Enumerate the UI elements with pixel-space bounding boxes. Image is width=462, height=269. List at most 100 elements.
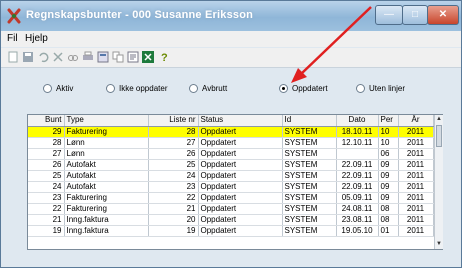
table-row[interactable]: 27 Lønn 26 Oppdatert SYSTEM 06 2011 <box>28 148 434 160</box>
table-cell: SYSTEM <box>282 148 337 160</box>
table-cell: 19 <box>148 225 199 237</box>
radio-oppdatert[interactable]: Oppdatert <box>279 84 328 93</box>
table-cell: Oppdatert <box>198 159 283 171</box>
table-cell: 27 <box>28 148 65 160</box>
window-title: Regnskapsbunter - 000 Susanne Eriksson <box>26 9 254 21</box>
table-cell: 2011 <box>398 225 434 237</box>
maximize-button[interactable]: □ <box>402 5 428 25</box>
table-cell: 22.09.11 <box>336 159 379 171</box>
table-cell: 29 <box>28 126 65 138</box>
radio-label: Aktiv <box>56 84 74 93</box>
table-cell: 21 <box>148 203 199 215</box>
app-window: Regnskapsbunter - 000 Susanne Eriksson —… <box>0 0 462 268</box>
table-cell: 22 <box>28 203 65 215</box>
radio-label: Ikke oppdater <box>119 84 168 93</box>
preview-icon[interactable] <box>97 51 109 63</box>
table-cell: 20 <box>148 214 199 226</box>
table-cell: 10 <box>378 137 399 149</box>
save-icon[interactable] <box>22 51 34 63</box>
table-cell: 10 <box>378 126 399 138</box>
table-row[interactable]: 22 Fakturering 21 Oppdatert SYSTEM 24.08.11 08… <box>28 203 434 215</box>
column-header[interactable]: Liste nr <box>148 115 199 127</box>
excel-icon[interactable] <box>142 51 154 63</box>
table-cell: 23.08.11 <box>336 214 379 226</box>
table-cell: 09 <box>378 159 399 171</box>
table-cell: 2011 <box>398 148 434 160</box>
table-cell: 06 <box>378 148 399 160</box>
table-cell: 24 <box>148 170 199 182</box>
help-icon[interactable]: ? <box>158 51 170 64</box>
scroll-down-icon[interactable]: ▼ <box>435 240 443 249</box>
toolbar: ? <box>1 48 461 68</box>
table-cell: 19.05.10 <box>336 225 379 237</box>
scroll-up-icon[interactable]: ▲ <box>435 115 443 124</box>
column-header[interactable]: Dato <box>336 115 379 127</box>
table-cell: 21 <box>28 214 65 226</box>
properties-icon[interactable] <box>127 51 139 63</box>
menu-file[interactable]: Fil <box>7 33 18 44</box>
table-cell: 09 <box>378 181 399 193</box>
table-cell: Oppdatert <box>198 148 283 160</box>
table-cell: Oppdatert <box>198 203 283 215</box>
table-row[interactable]: 24 Autofakt 23 Oppdatert SYSTEM 22.09.11 09 201… <box>28 181 434 193</box>
table-cell: 2011 <box>398 203 434 215</box>
column-header[interactable]: Bunt <box>28 115 65 127</box>
table-cell: Oppdatert <box>198 214 283 226</box>
table-cell: 2011 <box>398 126 434 138</box>
vertical-scrollbar[interactable]: ▲ ▼ <box>434 115 443 249</box>
close-button[interactable]: ✕ <box>427 5 459 25</box>
table-cell: Oppdatert <box>198 126 283 138</box>
table-cell: SYSTEM <box>282 137 337 149</box>
table-cell: Lønn <box>64 137 149 149</box>
delete-icon[interactable] <box>52 51 64 63</box>
table-cell: Autofakt <box>64 181 149 193</box>
table-cell: 26 <box>148 148 199 160</box>
table-cell: 2011 <box>398 137 434 149</box>
column-header[interactable]: År <box>398 115 434 127</box>
undo-icon[interactable] <box>37 51 49 63</box>
radio-circle[interactable] <box>356 84 365 93</box>
table-cell: 09 <box>378 192 399 204</box>
find-icon[interactable] <box>67 51 79 63</box>
radio-uten-linjer[interactable]: Uten linjer <box>356 84 405 93</box>
radio-label: Uten linjer <box>369 84 406 93</box>
new-doc-icon[interactable] <box>7 51 19 63</box>
radio-circle[interactable] <box>106 84 115 93</box>
radio-circle-selected[interactable] <box>279 84 288 93</box>
menu-help[interactable]: Hjelp <box>25 33 48 44</box>
minimize-button[interactable]: — <box>375 5 403 25</box>
column-header[interactable]: Status <box>198 115 283 127</box>
copy-icon[interactable] <box>112 51 124 63</box>
title-bar[interactable]: Regnskapsbunter - 000 Susanne Eriksson —… <box>1 1 461 31</box>
table-row[interactable]: 28 Lønn 27 Oppdatert SYSTEM 12.10.11 10 2011 <box>28 137 434 149</box>
table-row[interactable]: 19 Inng.faktura 19 Oppdatert SYSTEM 19.05.10 0… <box>28 225 434 237</box>
radio-ikke-oppdater[interactable]: Ikke oppdater <box>106 84 167 93</box>
radio-circle[interactable] <box>43 84 52 93</box>
table-row[interactable]: 21 Inng.faktura 20 Oppdatert SYSTEM 23.08.11 0… <box>28 214 434 226</box>
radio-avbrutt[interactable]: Avbrutt <box>189 84 227 93</box>
table-cell: Oppdatert <box>198 170 283 182</box>
table-row[interactable]: 29 Fakturering 28 Oppdatert SYSTEM 18.10.11 10… <box>28 126 434 138</box>
table-cell: SYSTEM <box>282 203 337 215</box>
table-cell: 28 <box>28 137 65 149</box>
radio-circle[interactable] <box>189 84 198 93</box>
table-cell: Fakturering <box>64 203 149 215</box>
scroll-thumb[interactable] <box>436 125 442 147</box>
column-header[interactable]: Type <box>64 115 149 127</box>
radio-aktiv[interactable]: Aktiv <box>43 84 73 93</box>
table-cell: Lønn <box>64 148 149 160</box>
table-cell: 05.09.11 <box>336 192 379 204</box>
table-cell: Oppdatert <box>198 225 283 237</box>
table-cell: 28 <box>148 126 199 138</box>
column-header[interactable]: Id <box>282 115 337 127</box>
table-row[interactable]: 26 Autofakt 25 Oppdatert SYSTEM 22.09.11 09 201… <box>28 159 434 171</box>
table-cell: SYSTEM <box>282 181 337 193</box>
table-row[interactable]: 25 Autofakt 24 Oppdatert SYSTEM 22.09.11 09 201… <box>28 170 434 182</box>
table-cell: SYSTEM <box>282 225 337 237</box>
radio-label: Avbrutt <box>202 84 228 93</box>
table-cell: 08 <box>378 214 399 226</box>
column-header[interactable]: Per <box>378 115 399 127</box>
table-cell: 23 <box>28 192 65 204</box>
print-icon[interactable] <box>82 51 94 63</box>
table-row[interactable]: 23 Fakturering 22 Oppdatert SYSTEM 05.09.11 09… <box>28 192 434 204</box>
